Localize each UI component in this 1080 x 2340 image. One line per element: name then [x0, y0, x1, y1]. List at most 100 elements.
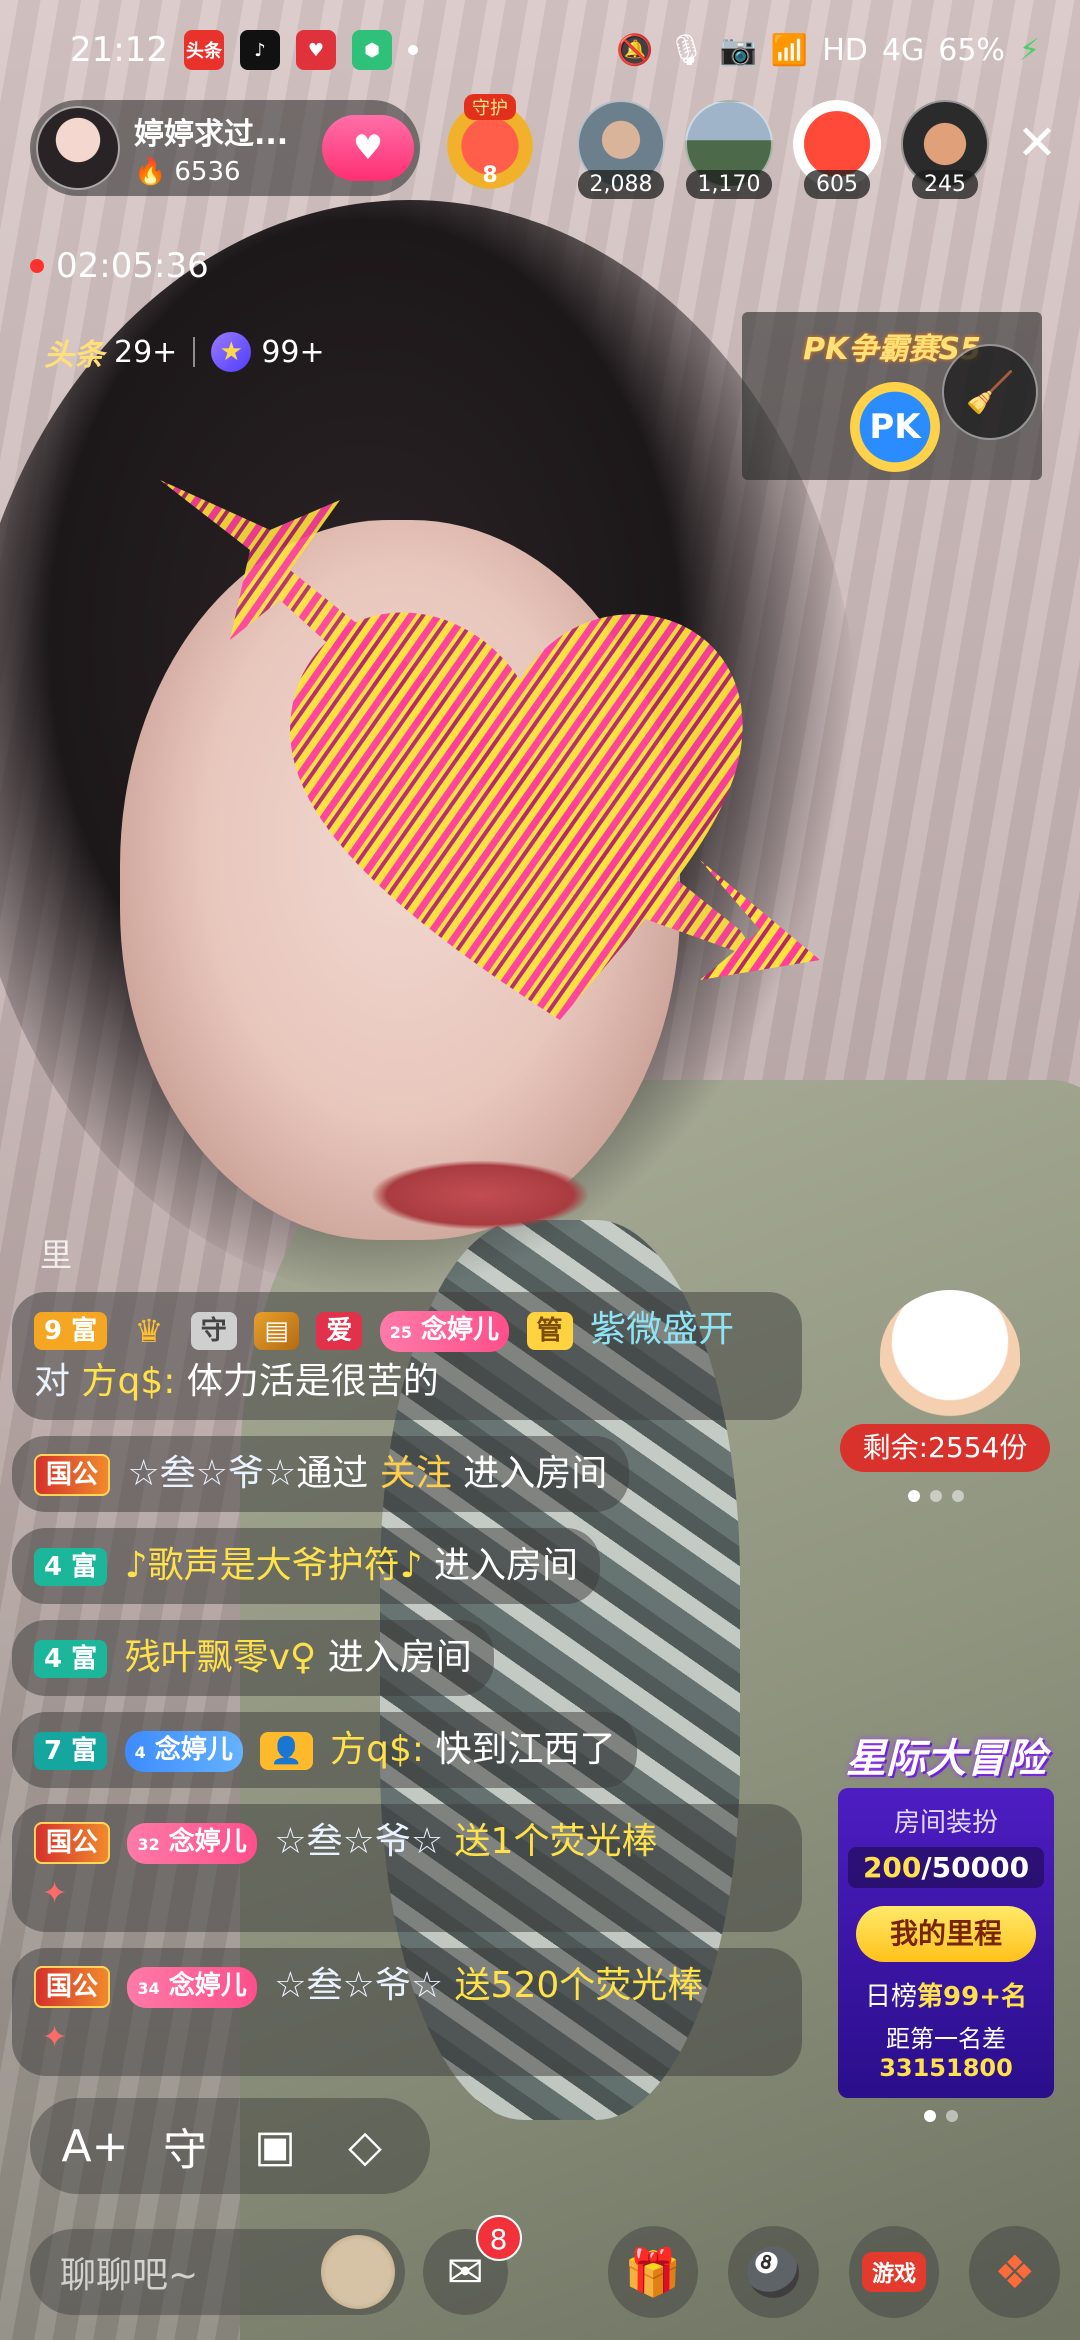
- chat-input[interactable]: 聊聊吧~: [30, 2229, 405, 2315]
- adventure-title: 星际大冒险: [846, 1736, 1046, 1782]
- heart-wings-icon: ♥: [352, 128, 384, 168]
- more-apps-button[interactable]: ❖: [969, 2226, 1060, 2318]
- streamer-lips: [370, 1160, 590, 1230]
- chat-highlight: 关注: [379, 1453, 452, 1494]
- viewer-contribution: 2,088: [577, 170, 665, 199]
- chat-message[interactable]: 7 富 4 念婷儿 👤 方q$: 快到江西了: [12, 1712, 638, 1788]
- host-card[interactable]: 婷婷求过... 🔥 6536 ♥: [30, 100, 420, 196]
- pager-dot: [930, 1490, 942, 1502]
- tool-row: A+ 守 ▣ ◇: [30, 2098, 430, 2194]
- gashapon-button[interactable]: 🎱: [728, 2226, 819, 2318]
- viewer-avatar[interactable]: 1,170: [684, 100, 774, 199]
- rank-bar[interactable]: 头条 29+ ★ 99+: [44, 330, 325, 374]
- chat-message[interactable]: 国公 ☆叁☆爷☆通过 关注 进入房间: [12, 1436, 630, 1512]
- fan-club-name: 念婷儿: [168, 1826, 247, 1857]
- chat-username[interactable]: ♪歌声是大爷护符♪: [125, 1545, 423, 1586]
- love-badge: 爱: [316, 1312, 363, 1350]
- pager-dot: [946, 2110, 958, 2122]
- fan-club-name: 念婷儿: [168, 1970, 247, 2001]
- wealth-badge: 4 富: [34, 1640, 108, 1678]
- headline-logo: 头条: [44, 338, 104, 373]
- toutiao-notification-icon: 头条: [183, 30, 224, 70]
- heart-app-notification-icon: ♥: [295, 30, 336, 70]
- viewer-contribution: 245: [912, 170, 978, 199]
- gift-button[interactable]: 🎁: [607, 2226, 699, 2318]
- user-icon: 👤: [260, 1732, 313, 1770]
- broom-icon[interactable]: 🧹: [942, 344, 1038, 440]
- noble-badge: 国公: [34, 1966, 111, 2008]
- follow-button[interactable]: ♥: [322, 115, 414, 181]
- guard-level: 8: [482, 163, 498, 188]
- chat-text: 体力活是很苦的: [175, 1361, 439, 1402]
- game-button[interactable]: 游戏: [848, 2226, 940, 2318]
- game-label: 游戏: [862, 2252, 927, 2292]
- chat-message[interactable]: 国公 34 念婷儿 ☆叁☆爷☆ 送520个荧光棒 ✦: [12, 1948, 802, 2076]
- viewer-avatar[interactable]: 605: [792, 100, 882, 199]
- rank-prefix: 日榜: [865, 1982, 918, 2012]
- font-size-icon[interactable]: A+: [62, 2116, 129, 2176]
- heart-arrow-gift-effect: [160, 480, 820, 1020]
- chat-mention[interactable]: 方q$:: [81, 1361, 175, 1402]
- pager-dot: [924, 2110, 936, 2122]
- chat-message[interactable]: 4 富 ♪歌声是大爷护符♪ 进入房间: [12, 1528, 601, 1604]
- charging-icon: ⚡: [1018, 32, 1040, 68]
- guard-tag: 守护: [464, 94, 516, 120]
- fan-club-badge: 34 念婷儿: [127, 1966, 257, 2008]
- chat-message[interactable]: 国公 32 念婷儿 ☆叁☆爷☆ 送1个荧光棒 ✦: [12, 1804, 802, 1932]
- chat-message[interactable]: 9 富 ♛ 守 ▤ 爱 25 念婷儿 管 紫微盛开 对 方q$: 体力活是很苦的: [12, 1292, 802, 1420]
- message-button[interactable]: ✉ 8: [422, 2215, 522, 2315]
- chat-username[interactable]: ☆叁☆爷☆: [274, 1821, 443, 1862]
- signal-indicator: 4G: [881, 32, 925, 68]
- gold-box-badge: ▤: [254, 1312, 299, 1350]
- chat-text: 进入房间: [422, 1545, 579, 1586]
- emoji-avatar-icon[interactable]: [320, 2235, 395, 2309]
- glow-stick-icon: ✦: [42, 2020, 68, 2055]
- guard-shield-icon[interactable]: 守: [155, 2116, 215, 2176]
- shopping-notification-icon: ⬢: [351, 30, 392, 70]
- gift-text: 送1个荧光棒: [443, 1821, 658, 1862]
- noble-badge: 国公: [34, 1822, 111, 1864]
- flame-icon: 🔥: [134, 157, 167, 187]
- chat-username[interactable]: 紫微盛开: [590, 1309, 734, 1350]
- fan-club-badge: 4 念婷儿: [124, 1730, 243, 1772]
- gift-icon: 🎁: [624, 2244, 682, 2299]
- star-rank: 99+: [261, 334, 325, 370]
- tag-icon[interactable]: ◇: [335, 2116, 395, 2176]
- host-avatar[interactable]: [36, 106, 120, 190]
- tiktok-notification-icon: ♪: [239, 30, 280, 70]
- top-viewers: 2,088 1,170 605 245: [576, 100, 990, 199]
- fan-club-badge: 32 念婷儿: [127, 1822, 257, 1864]
- my-mileage-button[interactable]: 我的里程: [856, 1906, 1036, 1962]
- more-notifications-dot-icon: [407, 45, 418, 55]
- guard-badge[interactable]: 守护 8: [440, 94, 540, 196]
- chat-username[interactable]: ☆叁☆爷☆: [274, 1965, 443, 2006]
- mute-icon: 🔕: [616, 32, 654, 68]
- task-list-icon[interactable]: ▣: [245, 2116, 305, 2176]
- chat-username[interactable]: ☆叁☆爷☆: [127, 1453, 296, 1494]
- gift-text: 送520个荧光棒: [443, 1965, 704, 2006]
- glow-stick-icon: ✦: [42, 1876, 68, 1911]
- chat-username[interactable]: 残叶飘零v♀: [125, 1637, 317, 1678]
- close-icon[interactable]: ✕: [1012, 118, 1062, 168]
- chat-username[interactable]: 方q$:: [330, 1729, 424, 1770]
- lucky-cat-activity[interactable]: 剩余:2554份: [840, 1290, 1060, 1480]
- viewer-avatar[interactable]: 2,088: [576, 100, 666, 199]
- faded-chat-text: 里: [40, 1236, 73, 1274]
- mail-icon: ✉: [446, 2246, 484, 2298]
- camera-icon: 📷: [719, 32, 757, 68]
- viewer-avatar[interactable]: 245: [900, 100, 990, 199]
- host-popularity: 6536: [174, 157, 241, 187]
- fan-level: 25: [389, 1322, 412, 1342]
- host-name: 婷婷求过...: [134, 117, 289, 152]
- star-adventure-panel[interactable]: 星际大冒险 房间装扮 200/50000 我的里程 日榜第99+名 距第一名差 …: [838, 1726, 1054, 2098]
- crown-icon: ♛: [134, 1312, 164, 1350]
- unread-count: 8: [475, 2215, 522, 2261]
- fan-level: 34: [137, 1978, 160, 1998]
- star-icon: ★: [211, 332, 252, 372]
- divider: [193, 337, 196, 367]
- chat-text: 进入房间: [316, 1637, 472, 1678]
- pk-button[interactable]: PK: [850, 382, 940, 472]
- chat-message[interactable]: 4 富 残叶飘零v♀ 进入房间: [12, 1620, 494, 1696]
- status-time: 21:12: [70, 30, 168, 70]
- shield-badge: 守: [190, 1312, 237, 1350]
